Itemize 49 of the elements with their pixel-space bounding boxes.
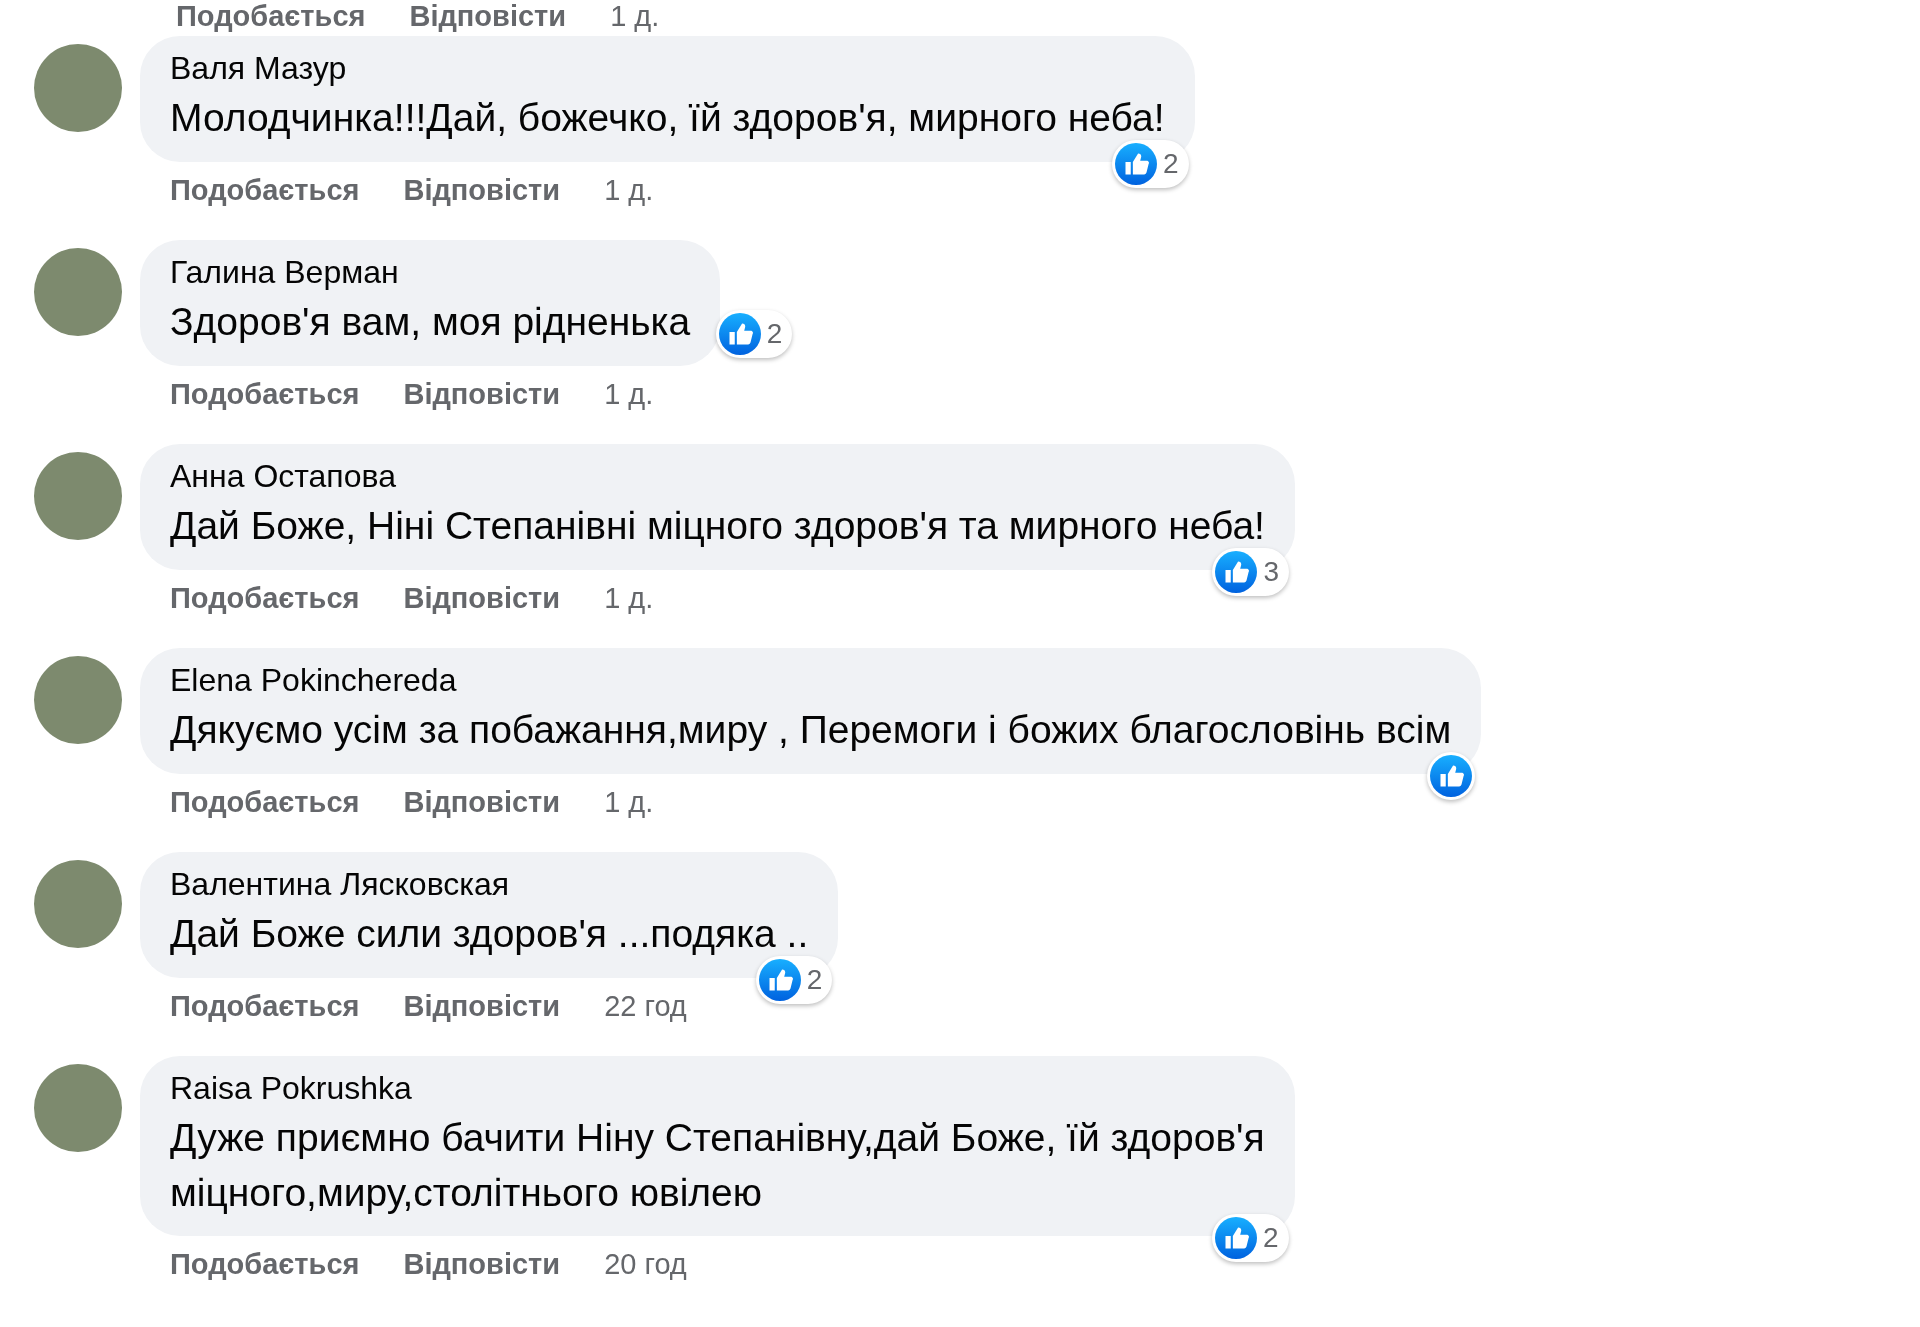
reply-link[interactable]: Відповісти	[403, 173, 561, 207]
thumbs-up-icon	[758, 958, 801, 1001]
like-link[interactable]: Подобається	[170, 989, 360, 1023]
thumbs-up-icon	[1430, 754, 1473, 797]
thumbs-up-icon	[1215, 1217, 1258, 1260]
reply-link[interactable]: Відповісти	[403, 989, 561, 1023]
reaction-badge[interactable]: 3	[1212, 547, 1289, 596]
reply-link[interactable]: Відповісти	[403, 785, 561, 819]
comment-time[interactable]: 1 д.	[610, 0, 660, 33]
like-link[interactable]: Подобається	[170, 173, 360, 207]
comment-time[interactable]: 1 д.	[604, 785, 654, 819]
reaction-badge[interactable]: 2	[715, 309, 793, 358]
reply-link[interactable]: Відповісти	[403, 377, 561, 411]
like-link[interactable]: Подобається	[170, 377, 360, 411]
like-link[interactable]: Подобається	[170, 581, 360, 615]
comment-text: Дуже приємно бачити Ніну Степанівну,дай Боже, їй здоров'я міцного,миру,столітнього ювілею	[170, 1115, 1265, 1216]
thumbs-up-icon	[718, 312, 761, 355]
thumbs-up-icon	[1215, 550, 1258, 593]
comment-time[interactable]: 1 д.	[604, 173, 654, 207]
comment-time[interactable]: 1 д.	[604, 581, 654, 615]
reaction-count: 2	[1263, 1222, 1279, 1255]
thumbs-up-icon	[1114, 142, 1157, 185]
author-name[interactable]: Галина Верман	[170, 254, 691, 291]
reply-link[interactable]: Відповісти	[403, 1248, 561, 1282]
comment-text: Дай Боже, Ніні Степанівні міцного здоров'я та мирного неба!	[170, 503, 1265, 549]
reaction-count: 2	[766, 317, 783, 350]
reaction-count: 3	[1263, 555, 1279, 588]
reaction-count: 2	[806, 963, 823, 996]
reaction-count: 2	[1162, 147, 1179, 180]
author-name[interactable]: Анна Остапова	[170, 458, 1265, 495]
author-name[interactable]: Elena Pokinchereda	[170, 662, 1452, 699]
author-name[interactable]: Валентина Лясковская	[170, 866, 809, 903]
reaction-badge[interactable]: 2	[755, 955, 833, 1004]
like-link[interactable]: Подобається	[170, 785, 360, 819]
comment-text: Молодчинка!!!Дай, божечко, їй здоров'я, мирного неба!	[170, 95, 1165, 141]
reply-link[interactable]: Відповісти	[403, 581, 561, 615]
author-name[interactable]: Raisa Pokrushka	[170, 1070, 1265, 1107]
comment-text: Здоров'я вам, моя рідненька	[170, 299, 691, 345]
reaction-badge[interactable]: 2	[1111, 139, 1189, 188]
comment-text: Дай Боже сили здоров'я ...подяка ..	[170, 911, 809, 957]
like-link[interactable]: Подобається	[170, 1248, 360, 1282]
comment-time[interactable]: 22 год	[604, 989, 687, 1023]
like-link[interactable]: Подобається	[176, 0, 366, 33]
reaction-badge[interactable]: 2	[1212, 1214, 1289, 1263]
comment-time[interactable]: 20 год	[604, 1248, 687, 1282]
comment-text: Дякуємо усім за побажання,миру , Перемоги і божих благословінь всім	[170, 707, 1452, 753]
author-name[interactable]: Валя Мазур	[170, 50, 1165, 87]
reply-link[interactable]: Відповісти	[409, 0, 567, 33]
comment-time[interactable]: 1 д.	[604, 377, 654, 411]
